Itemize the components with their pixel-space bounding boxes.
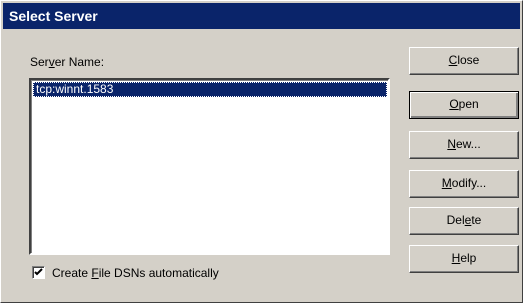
create-dsn-label-post: ile DSNs automatically [98,266,219,280]
server-listbox[interactable]: tcp:winnt.1583 [29,78,390,255]
help-button[interactable]: Help [409,245,519,273]
server-name-label-post: er Name: [54,55,105,69]
select-server-dialog: Select Server Server Name: tcp:winnt.158… [0,0,523,303]
modify-button-post: odify... [451,176,487,190]
open-button[interactable]: Open [409,91,519,119]
new-button-key: N [447,137,456,151]
delete-button-post: te [471,213,482,227]
dialog-title: Select Server [9,8,98,24]
server-list-item[interactable]: tcp:winnt.1583 [33,82,387,97]
delete-button-pre: Del [446,213,465,227]
create-dsn-label[interactable]: Create File DSNs automatically [52,266,219,280]
close-button-post: lose [457,53,480,67]
new-button-post: ew... [455,137,481,151]
modify-button-key: M [441,176,452,190]
server-name-label-pre: Ser [30,55,49,69]
delete-button[interactable]: Delete [409,207,519,235]
modify-button[interactable]: Modify... [409,170,519,198]
open-button-key: O [449,97,459,111]
checkmark-icon [34,268,43,276]
server-name-label: Server Name: [30,55,104,69]
new-button[interactable]: New... [409,131,519,159]
create-dsn-label-pre: Create [52,266,92,280]
open-button-post: pen [458,97,479,111]
create-dsn-label-key: F [91,266,99,280]
create-dsn-checkbox[interactable] [32,266,45,279]
title-bar[interactable]: Select Server [3,3,520,29]
help-button-post: elp [460,251,477,265]
close-button[interactable]: Close [409,47,519,75]
